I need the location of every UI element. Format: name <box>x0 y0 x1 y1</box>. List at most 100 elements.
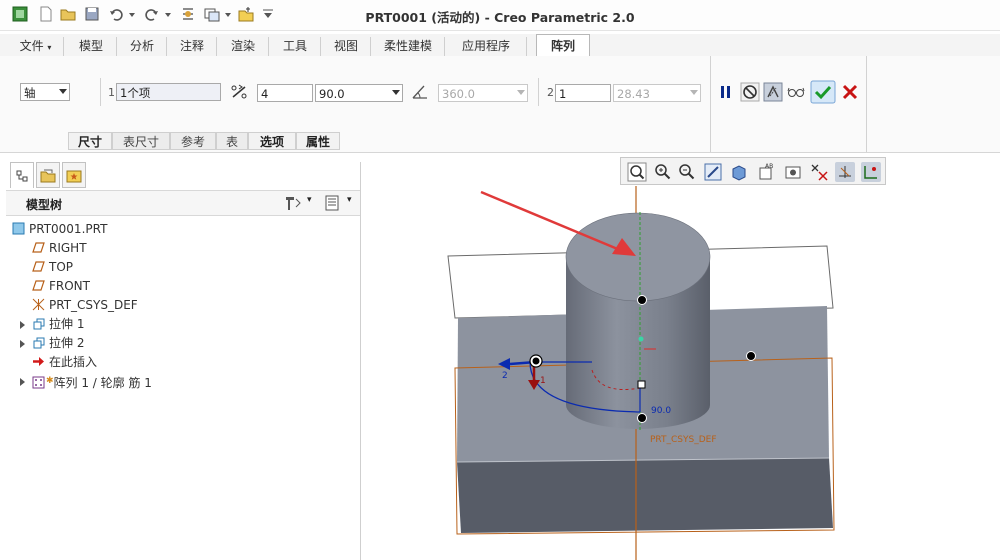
csys-icon <box>32 298 45 311</box>
model-tree-header: 模型树 ▾ ▾ <box>6 190 360 216</box>
divider <box>866 56 867 152</box>
display-style-icon[interactable] <box>729 162 749 182</box>
angle-increment-select[interactable]: 90.0 <box>315 84 403 102</box>
subtab-properties[interactable]: 属性 <box>296 132 340 150</box>
angle-dimension-label[interactable]: 90.0 <box>651 406 671 416</box>
favorites-icon <box>66 170 82 183</box>
base-block-front-face[interactable] <box>457 458 833 533</box>
expand-arrow-icon[interactable] <box>20 378 25 386</box>
drag-handle[interactable] <box>637 413 647 423</box>
members-count-input[interactable]: 4 <box>257 84 313 102</box>
datum-display-icon[interactable] <box>835 162 855 182</box>
cylinder-top-face[interactable] <box>565 212 711 302</box>
tree-settings-icon[interactable] <box>284 195 302 211</box>
pause-icon[interactable] <box>716 82 736 102</box>
chevron-down-icon <box>690 90 698 95</box>
divider <box>100 78 101 106</box>
tab-annotate[interactable]: 注释 <box>168 37 217 56</box>
tab-render[interactable]: 渲染 <box>218 37 269 56</box>
no-preview-icon[interactable] <box>740 82 760 102</box>
subtab-options[interactable]: 选项 <box>248 132 296 150</box>
divider <box>710 56 711 152</box>
subtab-dimensions[interactable]: 尺寸 <box>68 132 112 150</box>
tree-item-insert-here[interactable]: 在此插入 <box>32 353 97 372</box>
square-handle[interactable] <box>637 380 646 389</box>
chevron-down-icon[interactable]: ▾ <box>307 195 312 205</box>
tab-folder-browser[interactable] <box>36 162 60 188</box>
tab-flexible-modeling[interactable]: 柔性建模 <box>372 37 445 56</box>
tab-model-tree[interactable] <box>10 162 34 188</box>
csys-label: PRT_CSYS_DEF <box>650 435 717 445</box>
drag-handle[interactable] <box>746 351 756 361</box>
datum-plane-icon <box>32 242 45 253</box>
graphics-window[interactable]: 2 1 90.0 PRT_CSYS_DEF <box>361 186 1000 560</box>
refit-icon[interactable] <box>627 162 647 182</box>
annotation-display-icon[interactable] <box>861 162 881 182</box>
dir2-spacing-select[interactable]: 28.43 <box>613 84 701 102</box>
angle-extent-icon[interactable] <box>410 82 430 102</box>
feature-preview-icon[interactable] <box>763 82 783 102</box>
expand-arrow-icon[interactable] <box>20 340 25 348</box>
tab-model[interactable]: 模型 <box>66 37 117 56</box>
tree-item-top[interactable]: TOP <box>32 258 73 277</box>
tab-favorites[interactable] <box>62 162 86 188</box>
tree-item-front[interactable]: FRONT <box>32 277 90 296</box>
tab-applications[interactable]: 应用程序 <box>446 37 527 56</box>
show-menu-icon[interactable] <box>324 195 342 211</box>
tab-pattern[interactable]: 阵列 <box>536 34 590 58</box>
window-title: PRT0001 (活动的) - Creo Parametric 2.0 <box>365 10 635 25</box>
zoom-out-icon[interactable] <box>677 162 697 182</box>
svg-text:AB: AB <box>765 163 773 170</box>
model-tree-icon <box>16 170 28 182</box>
graphics-toolbar: AB <box>620 157 886 185</box>
pattern-icon <box>32 376 45 389</box>
tab-file[interactable]: 文件 ▾ <box>8 37 64 56</box>
drag-handle[interactable] <box>637 295 647 305</box>
chevron-down-icon: ▾ <box>47 43 52 52</box>
member-count-icon <box>231 84 247 99</box>
tree-item-right[interactable]: RIGHT <box>32 239 87 258</box>
extrude-icon <box>33 337 45 349</box>
chevron-down-icon <box>392 90 400 95</box>
repaint-icon[interactable] <box>703 162 723 182</box>
spin-center-icon[interactable] <box>809 162 829 182</box>
dir1-index-label: 1 <box>108 86 115 99</box>
glasses-icon[interactable] <box>786 82 806 102</box>
dir2-index-label: 2 <box>547 86 554 99</box>
folder-browser-icon <box>40 169 56 183</box>
subtab-tables[interactable]: 表 <box>216 132 248 150</box>
insert-arrow-icon <box>33 357 44 366</box>
title-bar: PRT0001 (活动的) - Creo Parametric 2.0 <box>0 0 1000 31</box>
datum-plane-icon <box>32 280 45 291</box>
dir2-count-input[interactable]: 1 <box>555 84 611 102</box>
extrude-icon <box>33 318 45 330</box>
chevron-down-icon <box>517 90 525 95</box>
subtab-table-dimensions[interactable]: 表尺寸 <box>112 132 170 150</box>
tree-item-extrude-2[interactable]: 拉伸 2 <box>20 334 84 353</box>
tree-item-part[interactable]: PRT0001.PRT <box>12 220 107 239</box>
confirm-check-icon[interactable] <box>810 80 836 104</box>
model-tree-title: 模型树 <box>26 198 63 212</box>
dir1-collector[interactable]: 1个项 <box>116 83 221 101</box>
tab-tools[interactable]: 工具 <box>270 37 321 56</box>
drag-handle-center <box>532 357 540 365</box>
tree-item-csys[interactable]: PRT_CSYS_DEF <box>32 296 138 315</box>
tab-analysis[interactable]: 分析 <box>118 37 167 56</box>
dir2-label: 2 <box>502 371 508 381</box>
datum-plane-icon <box>32 261 45 272</box>
view-manager-icon[interactable] <box>783 162 803 182</box>
zoom-in-icon[interactable] <box>653 162 673 182</box>
angle-extent-select[interactable]: 360.0 <box>438 84 528 102</box>
chevron-down-icon[interactable]: ▾ <box>347 195 352 205</box>
navigator-panel: 模型树 ▾ ▾ PRT0001.PRT RIGHT TOP FRONT PRT_… <box>6 162 361 560</box>
pattern-type-select[interactable]: 轴 <box>20 83 70 101</box>
tree-item-extrude-1[interactable]: 拉伸 1 <box>20 315 84 334</box>
tab-view[interactable]: 视图 <box>322 37 371 56</box>
divider <box>538 78 539 106</box>
cancel-x-icon[interactable] <box>840 82 860 102</box>
saved-orientations-icon[interactable]: AB <box>757 162 777 182</box>
tree-item-pattern-1[interactable]: ✱阵列 1 / 轮廓 筋 1 <box>20 372 152 391</box>
expand-arrow-icon[interactable] <box>20 321 25 329</box>
subtab-references[interactable]: 参考 <box>170 132 216 150</box>
part-icon <box>12 222 25 235</box>
